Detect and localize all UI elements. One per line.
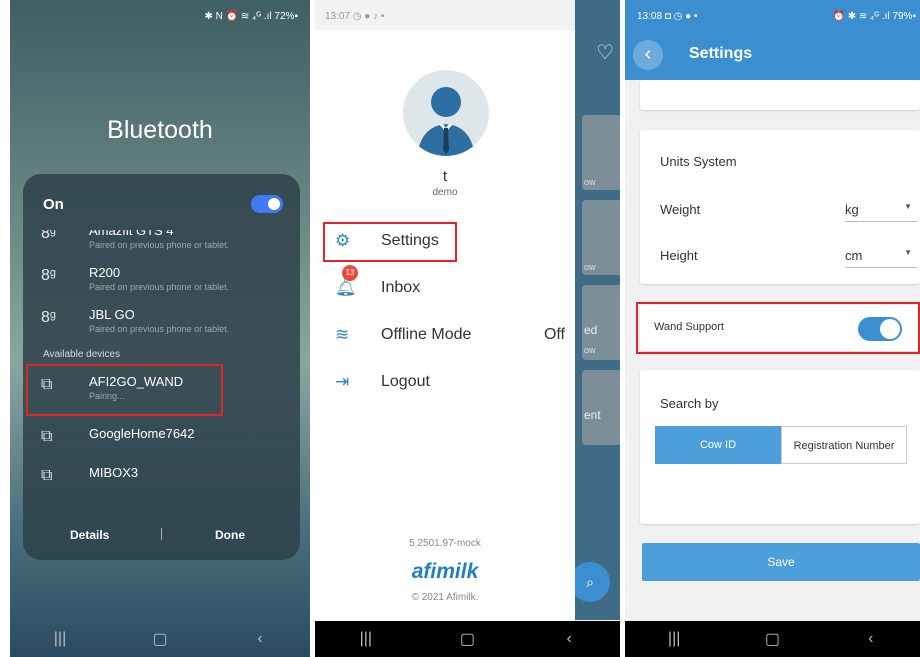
navigation-drawer: 13:07 ◷ ● ♪ • t demo ⚙ Settings 🔔︎ 13 In… bbox=[315, 0, 575, 620]
device-status: Paired on previous phone or tablet. bbox=[89, 240, 230, 250]
units-card: Units System Weight kg ▼ Height cm ▼ bbox=[640, 130, 920, 284]
segment-cow-id[interactable]: Cow ID bbox=[655, 426, 781, 464]
device-name: Amazfit GTS 4 bbox=[89, 230, 174, 238]
offline-mode-value: Off bbox=[543, 326, 565, 343]
back-icon[interactable]: ‹ bbox=[851, 630, 891, 648]
home-icon[interactable]: ▢ bbox=[140, 629, 180, 649]
status-bar: 13:08 ◘ ◷ ● • ⏰ ✱ ≋ ₄ᴳ .ıl 79%▪ bbox=[625, 0, 920, 30]
menu-label: Inbox bbox=[381, 279, 421, 296]
wifi-off-icon: ≋ bbox=[335, 325, 350, 344]
menu-label: Logout bbox=[381, 373, 430, 390]
card-text: ow bbox=[584, 262, 596, 272]
chevron-down-icon: ▼ bbox=[904, 202, 912, 211]
chevron-down-icon: ▼ bbox=[904, 248, 912, 257]
weight-label: Weight bbox=[660, 202, 701, 217]
search-fab[interactable]: ⌕ bbox=[570, 562, 610, 602]
height-value: cm bbox=[845, 248, 863, 263]
search-card: Search by Cow ID Registration Number bbox=[640, 370, 920, 524]
highlight-box bbox=[323, 222, 457, 262]
menu-drawer-screen: ♡ ow ow ed ow ent ⌕ 13:07 ◷ ● ♪ • t demo… bbox=[315, 0, 620, 657]
status-bar: ✱ N ⏰ ≋ ₄ᴳ .ıl 72%▪ bbox=[10, 0, 310, 30]
user-name: t bbox=[442, 168, 448, 185]
earbuds-icon: 8ᵍ bbox=[41, 267, 56, 284]
copyright-text: © 2021 Afimilk. bbox=[411, 592, 479, 603]
status-time: 13:08 ◘ ◷ ● • bbox=[637, 11, 698, 22]
background-card: ow bbox=[582, 115, 620, 190]
bluetooth-toggle[interactable] bbox=[251, 195, 283, 213]
device-name: JBL GO bbox=[89, 307, 135, 322]
height-select[interactable]: cm ▼ bbox=[845, 246, 917, 268]
system-nav-bar: ||| ▢ ‹ bbox=[625, 621, 920, 657]
status-icons: ✱ N ⏰ ≋ ₄ᴳ .ıl 72%▪ bbox=[204, 11, 298, 22]
recents-icon[interactable]: ||| bbox=[40, 630, 80, 648]
done-button[interactable]: Done bbox=[215, 528, 245, 542]
paired-list: 8ᵍ Amazfit GTS 4 Paired on previous phon… bbox=[23, 230, 300, 342]
notification-badge: 13 bbox=[342, 265, 358, 281]
version-text: 5.2501.97-mock bbox=[409, 538, 481, 549]
card-text: ent bbox=[584, 408, 601, 422]
logout-icon: ⇥ bbox=[335, 372, 350, 391]
card-text: ed bbox=[584, 323, 598, 337]
background-card: ent bbox=[582, 370, 620, 445]
back-icon[interactable]: ‹ bbox=[240, 630, 280, 648]
earbuds-icon: 8ᵍ bbox=[41, 230, 56, 242]
divider bbox=[161, 528, 162, 540]
search-title: Search by bbox=[660, 396, 719, 411]
highlight-box bbox=[26, 364, 223, 416]
back-button[interactable]: ‹ bbox=[633, 40, 663, 70]
menu-item-offline-mode[interactable]: ≋ Offline Mode Off bbox=[315, 319, 577, 353]
background-card: ow bbox=[582, 200, 620, 275]
card-text: ow bbox=[584, 177, 596, 187]
user-role: demo bbox=[432, 187, 458, 198]
heart-icon[interactable]: ♡ bbox=[596, 40, 614, 65]
menu-label: Offline Mode bbox=[381, 326, 472, 343]
units-title: Units System bbox=[660, 154, 737, 169]
page-title: Settings bbox=[689, 45, 753, 62]
weight-select[interactable]: kg ▼ bbox=[845, 200, 917, 222]
home-icon[interactable]: ▢ bbox=[752, 629, 792, 649]
earbuds-icon: 8ᵍ bbox=[41, 309, 56, 326]
page-title: Bluetooth bbox=[107, 116, 213, 144]
weight-value: kg bbox=[845, 202, 859, 217]
device-name: MIBOX3 bbox=[89, 465, 139, 480]
height-label: Height bbox=[660, 248, 698, 263]
menu-item-logout[interactable]: ⇥ Logout bbox=[315, 366, 575, 400]
app-bar: ‹ Settings bbox=[625, 30, 920, 80]
recents-icon[interactable]: ||| bbox=[346, 630, 386, 648]
status-bar: 13:07 ◷ ● ♪ • bbox=[315, 0, 575, 30]
recents-icon[interactable]: ||| bbox=[654, 630, 694, 648]
bluetooth-panel: On 8ᵍ Amazfit GTS 4 Paired on previous p… bbox=[23, 174, 300, 560]
card-text: ow bbox=[584, 345, 596, 355]
back-icon[interactable]: ‹ bbox=[549, 630, 589, 648]
device-name: R200 bbox=[89, 265, 121, 280]
system-nav-bar: ||| ▢ ‹ bbox=[315, 621, 620, 657]
highlight-box bbox=[636, 302, 920, 354]
status-icons: ⏰ ✱ ≋ ₄ᴳ .ıl 79%▪ bbox=[832, 11, 916, 22]
settings-screen: 13:08 ◘ ◷ ● • ⏰ ✱ ≋ ₄ᴳ .ıl 79%▪ ‹ Settin… bbox=[625, 0, 920, 657]
bell-icon: 🔔︎ bbox=[335, 278, 357, 297]
bluetooth-screen: ✱ N ⏰ ≋ ₄ᴳ .ıl 72%▪ Bluetooth On 8ᵍ Amaz… bbox=[10, 0, 310, 657]
settings-card-top bbox=[640, 80, 920, 110]
details-button[interactable]: Details bbox=[70, 528, 109, 542]
save-button[interactable]: Save bbox=[642, 543, 920, 581]
device-icon: ⧉ bbox=[41, 428, 53, 445]
brand-logo: afimilk bbox=[411, 560, 479, 583]
available-devices-label: Available devices bbox=[43, 349, 121, 360]
avatar[interactable] bbox=[403, 70, 489, 156]
home-icon[interactable]: ▢ bbox=[447, 629, 487, 649]
device-status: Paired on previous phone or tablet. bbox=[89, 282, 230, 292]
system-nav-bar: ||| ▢ ‹ bbox=[10, 621, 310, 657]
device-name: GoogleHome7642 bbox=[89, 426, 195, 441]
menu-item-inbox[interactable]: 🔔︎ 13 Inbox bbox=[315, 265, 575, 306]
background-card: ed ow bbox=[582, 285, 620, 360]
bluetooth-on-label: On bbox=[43, 196, 64, 213]
status-time: 13:07 ◷ ● ♪ • bbox=[325, 11, 385, 22]
device-icon: ⧉ bbox=[41, 467, 53, 484]
device-status: Paired on previous phone or tablet. bbox=[89, 324, 230, 334]
segment-registration-number[interactable]: Registration Number bbox=[781, 426, 907, 464]
